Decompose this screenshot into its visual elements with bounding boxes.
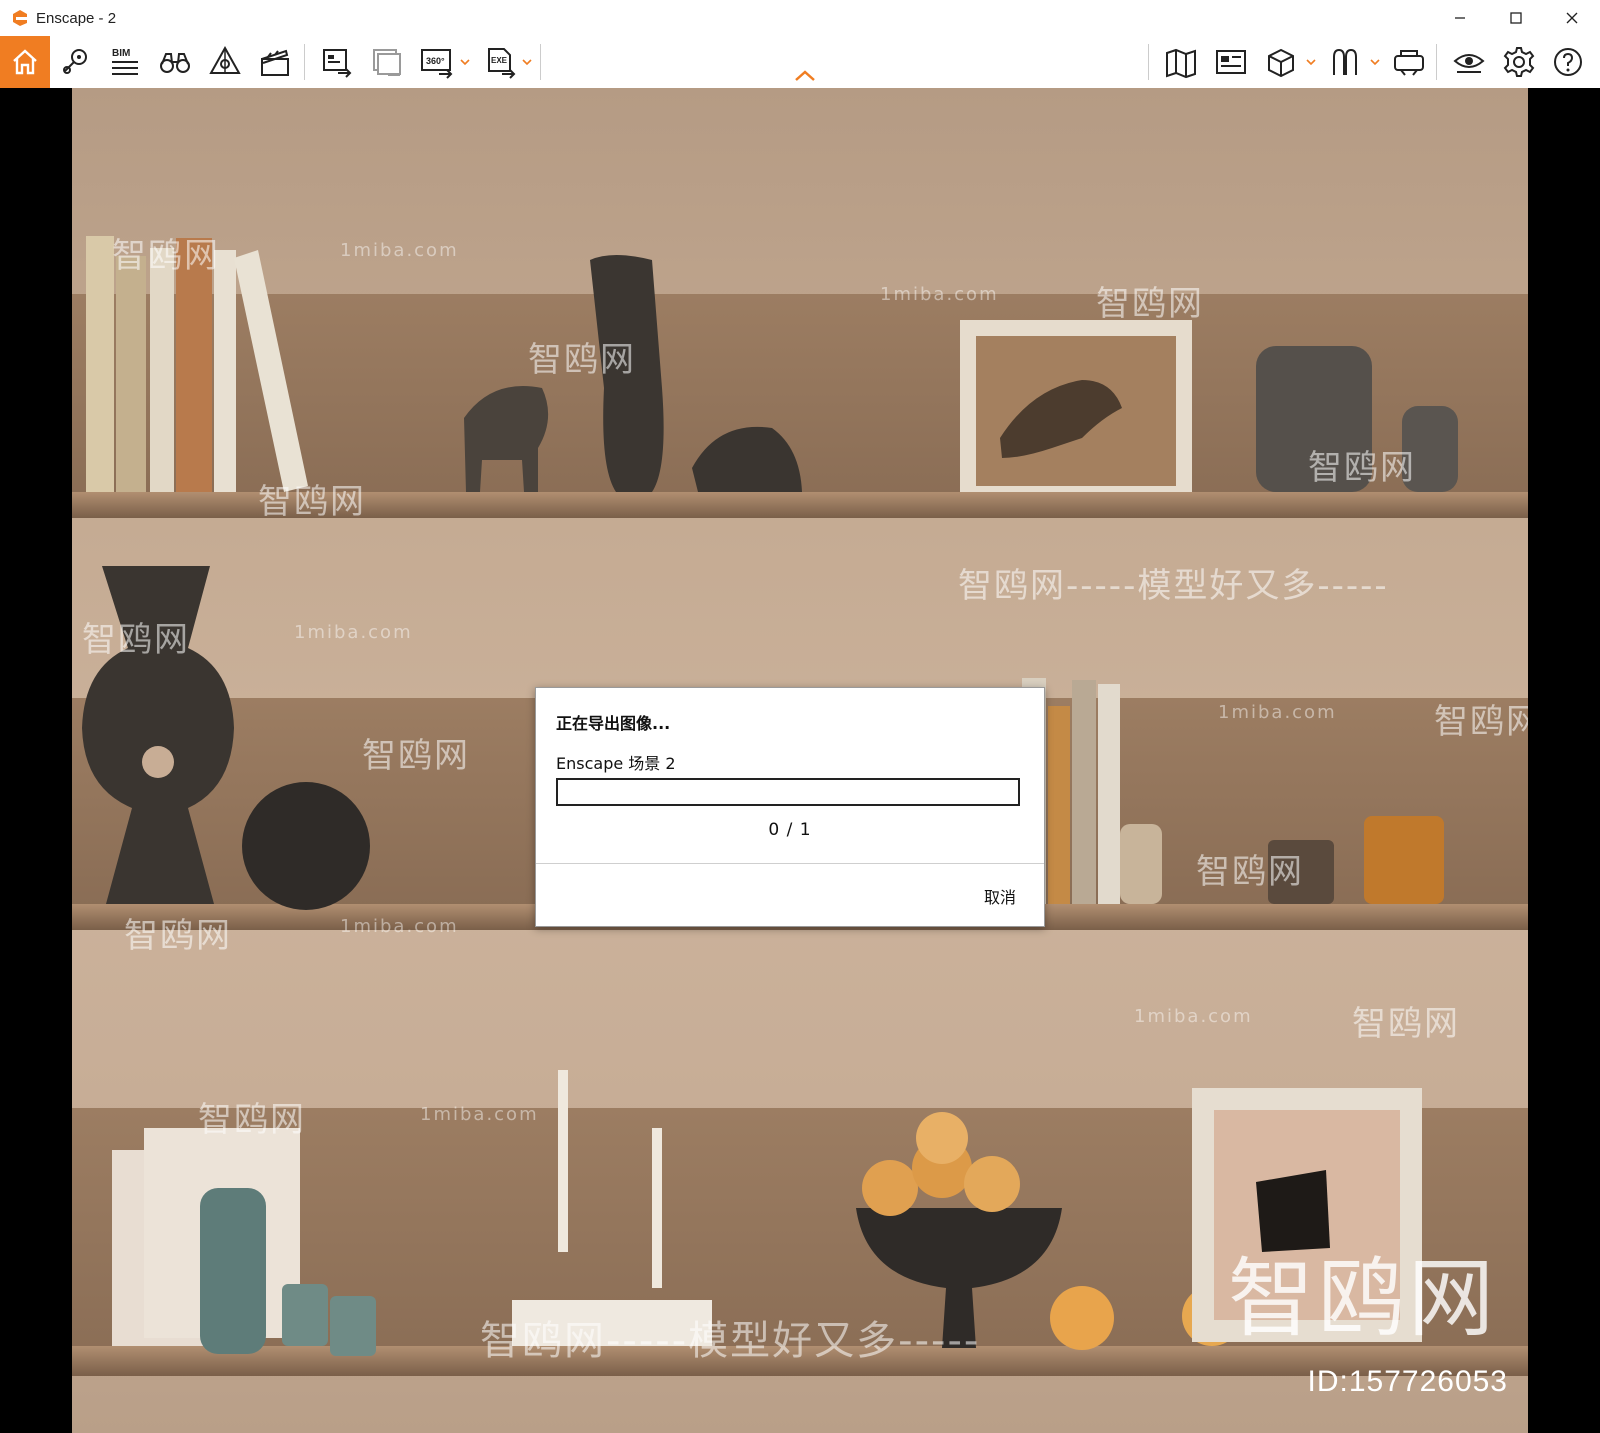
panorama-button[interactable]: 360° bbox=[414, 36, 460, 88]
toolbar-separator bbox=[540, 44, 541, 80]
watermark-text: 智鸥网 bbox=[1196, 852, 1304, 892]
scene-label: Enscape 场景 2 bbox=[556, 754, 676, 773]
watermark-text: 智鸥网 bbox=[528, 340, 636, 380]
minimize-button[interactable] bbox=[1432, 0, 1488, 36]
map-icon bbox=[1166, 48, 1196, 79]
clapperboard-icon bbox=[261, 49, 289, 76]
watermark-text: 1miba.com bbox=[880, 284, 999, 305]
chevron-up-icon bbox=[795, 70, 815, 81]
home-button[interactable] bbox=[0, 36, 50, 88]
binoculars-icon bbox=[160, 53, 190, 73]
watermark-text: 智鸥网 bbox=[124, 916, 232, 956]
exe-label: EXE bbox=[491, 56, 508, 65]
watermark-text: 智鸥网 bbox=[82, 620, 190, 660]
close-icon bbox=[1566, 12, 1578, 24]
render-export-button[interactable] bbox=[314, 36, 360, 88]
toolbar-separator bbox=[304, 44, 305, 80]
home-icon bbox=[13, 49, 37, 75]
panorama-360-icon: 360° bbox=[421, 49, 453, 79]
panorama-label: 360° bbox=[426, 56, 445, 66]
panorama-dropdown[interactable] bbox=[458, 36, 472, 88]
dialog-title: 正在导出图像... bbox=[556, 714, 671, 733]
view-management-button[interactable] bbox=[1208, 36, 1254, 88]
batch-render-icon bbox=[373, 49, 401, 76]
cancel-button[interactable]: 取消 bbox=[984, 884, 1016, 908]
window-title: Enscape - 2 bbox=[36, 9, 117, 27]
minimize-icon bbox=[1455, 17, 1465, 19]
view-icon bbox=[1216, 50, 1246, 74]
watermark-text: 智鸥网 bbox=[1096, 284, 1204, 324]
toolbar-collapse-toggle[interactable] bbox=[790, 66, 820, 86]
exe-dropdown[interactable] bbox=[520, 36, 534, 88]
enscape-logo-icon bbox=[13, 10, 27, 26]
exe-export-icon: EXE bbox=[488, 48, 516, 79]
watermark-slogan: 智鸥网-----模型好又多----- bbox=[958, 566, 1389, 606]
chevron-down-icon bbox=[1370, 59, 1380, 66]
help-button[interactable] bbox=[1546, 36, 1590, 88]
eye-icon bbox=[1453, 54, 1485, 73]
watermark-slogan: 智鸥网-----模型好又多----- bbox=[480, 1318, 981, 1364]
watermark-text: 智鸥网 bbox=[1308, 448, 1416, 488]
watermark-text: 1miba.com bbox=[1218, 702, 1337, 723]
people-icon bbox=[1333, 48, 1357, 75]
exe-export-button[interactable]: EXE bbox=[478, 36, 524, 88]
bim-button[interactable]: BIM bbox=[102, 36, 148, 88]
settings-button[interactable] bbox=[1496, 36, 1542, 88]
maximize-button[interactable] bbox=[1488, 0, 1544, 36]
people-button[interactable] bbox=[1322, 36, 1368, 88]
dialog-divider bbox=[536, 863, 1044, 864]
bim-icon: BIM bbox=[112, 48, 138, 75]
toolbar-separator bbox=[1436, 44, 1437, 80]
asset-library-button[interactable] bbox=[202, 36, 248, 88]
watermark-text: 智鸥网 bbox=[362, 736, 470, 776]
watermark-text: 智鸥网 bbox=[1352, 1004, 1460, 1044]
bim-label: BIM bbox=[112, 48, 130, 59]
visual-settings-button[interactable] bbox=[1446, 36, 1492, 88]
vr-headset-icon bbox=[1394, 50, 1424, 76]
export-progress-dialog: 正在导出图像... Enscape 场景 2 0 / 1 取消 bbox=[535, 687, 1045, 927]
cube-icon bbox=[1268, 48, 1294, 78]
maximize-icon bbox=[1510, 12, 1522, 24]
watermark-text: 1miba.com bbox=[340, 916, 459, 937]
chevron-down-icon bbox=[460, 59, 470, 66]
close-button[interactable] bbox=[1544, 0, 1600, 36]
vr-button[interactable] bbox=[1386, 36, 1432, 88]
title-bar: Enscape - 2 bbox=[0, 0, 1600, 36]
watermark-text: 1miba.com bbox=[294, 622, 413, 643]
window-controls bbox=[1432, 0, 1600, 36]
watermark-text: 1miba.com bbox=[340, 240, 459, 261]
location-button[interactable] bbox=[52, 36, 98, 88]
help-icon bbox=[1554, 48, 1582, 76]
cube-button[interactable] bbox=[1258, 36, 1304, 88]
watermark-text: 智鸥网 bbox=[198, 1100, 306, 1140]
progress-bar bbox=[556, 778, 1020, 806]
batch-render-button[interactable] bbox=[364, 36, 410, 88]
watermark-id: ID:157726053 bbox=[1307, 1365, 1508, 1398]
map-button[interactable] bbox=[1158, 36, 1204, 88]
render-export-icon bbox=[323, 49, 352, 78]
toolbar-separator bbox=[1148, 44, 1149, 80]
people-dropdown[interactable] bbox=[1368, 36, 1382, 88]
map-pin-icon bbox=[63, 49, 87, 74]
progress-count: 0 / 1 bbox=[768, 820, 812, 840]
watermark-text: 1miba.com bbox=[1134, 1006, 1253, 1027]
brand-watermark: 智鸥网 bbox=[1228, 1249, 1498, 1349]
chevron-down-icon bbox=[522, 59, 532, 66]
watermark-text: 1miba.com bbox=[420, 1104, 539, 1125]
chevron-down-icon bbox=[1306, 59, 1316, 66]
gear-icon bbox=[1503, 47, 1535, 77]
watermark-text: 智鸥网 bbox=[1434, 702, 1528, 742]
cube-dropdown[interactable] bbox=[1304, 36, 1318, 88]
video-editor-button[interactable] bbox=[252, 36, 298, 88]
watermark-text: 智鸥网 bbox=[112, 236, 220, 276]
watermark-text: 智鸥网 bbox=[258, 482, 366, 522]
asset-library-icon bbox=[209, 45, 241, 74]
views-button[interactable] bbox=[152, 36, 198, 88]
